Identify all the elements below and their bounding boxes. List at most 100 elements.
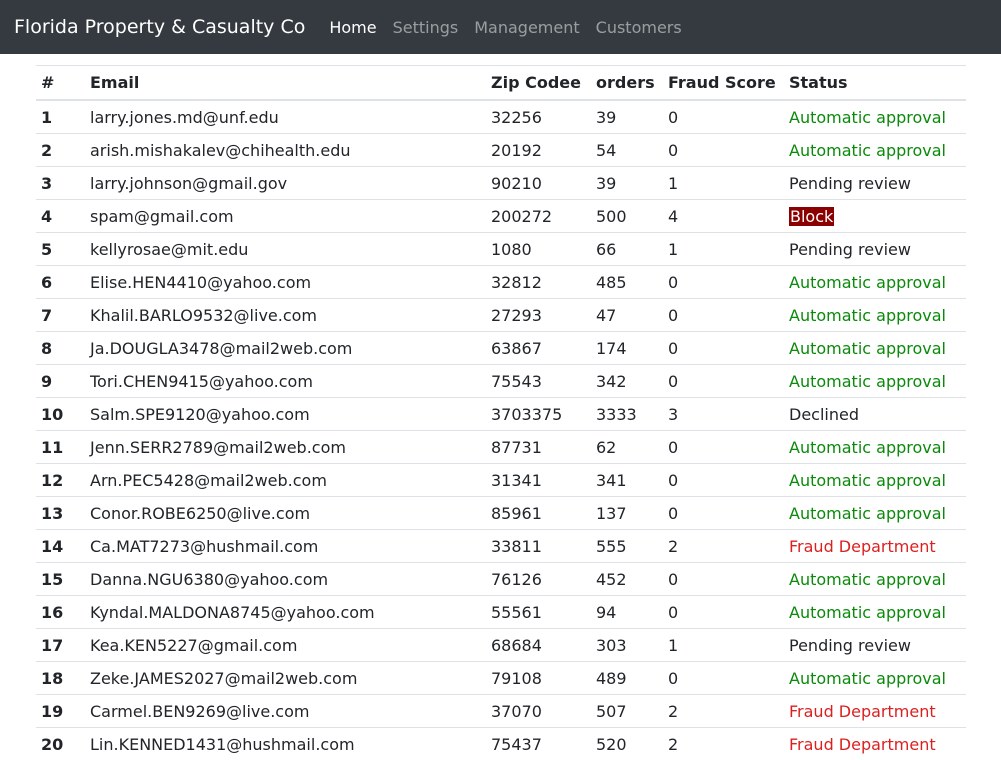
status-badge: Declined [789,405,859,424]
status-badge: Automatic approval [789,273,946,292]
row-number: 18 [36,662,85,695]
row-zip: 200272 [486,200,591,233]
status-badge: Fraud Department [789,735,936,754]
row-email: Conor.ROBE6250@live.com [85,497,486,530]
row-orders: 555 [591,530,663,563]
row-number: 11 [36,431,85,464]
row-fraud-score: 0 [663,365,784,398]
row-orders: 62 [591,431,663,464]
row-status: Automatic approval [784,134,966,167]
row-zip: 79108 [486,662,591,695]
row-status: Automatic approval [784,332,966,365]
row-orders: 489 [591,662,663,695]
header-zip: Zip Codee [486,66,591,101]
row-orders: 500 [591,200,663,233]
status-badge: Pending review [789,174,911,193]
row-zip: 76126 [486,563,591,596]
table-row: 2arish.mishakalev@chihealth.edu20192540A… [36,134,966,167]
status-badge: Automatic approval [789,141,946,160]
table-row: 5kellyrosae@mit.edu1080661Pending review [36,233,966,266]
row-orders: 47 [591,299,663,332]
status-badge: Automatic approval [789,471,946,490]
row-zip: 37070 [486,695,591,728]
row-orders: 66 [591,233,663,266]
row-status: Automatic approval [784,365,966,398]
row-number: 12 [36,464,85,497]
row-fraud-score: 0 [663,134,784,167]
row-orders: 303 [591,629,663,662]
row-number: 3 [36,167,85,200]
header-fraud-score: Fraud Score [663,66,784,101]
row-zip: 85961 [486,497,591,530]
customers-table-container: # Email Zip Codee orders Fraud Score Sta… [36,65,966,760]
row-status: Pending review [784,233,966,266]
row-fraud-score: 0 [663,497,784,530]
row-fraud-score: 0 [663,464,784,497]
table-row: 19Carmel.BEN9269@live.com370705072Fraud … [36,695,966,728]
row-email: Kea.KEN5227@gmail.com [85,629,486,662]
row-fraud-score: 0 [663,431,784,464]
row-number: 6 [36,266,85,299]
row-zip: 32256 [486,100,591,134]
row-number: 13 [36,497,85,530]
customers-table: # Email Zip Codee orders Fraud Score Sta… [36,65,966,760]
row-email: larry.johnson@gmail.gov [85,167,486,200]
row-number: 10 [36,398,85,431]
nav-customers[interactable]: Customers [596,18,682,37]
row-status: Pending review [784,629,966,662]
row-number: 9 [36,365,85,398]
nav-management[interactable]: Management [474,18,579,37]
status-badge: Automatic approval [789,306,946,325]
table-header-row: # Email Zip Codee orders Fraud Score Sta… [36,66,966,101]
status-badge: Pending review [789,636,911,655]
nav-settings[interactable]: Settings [393,18,459,37]
row-number: 2 [36,134,85,167]
status-badge: Fraud Department [789,702,936,721]
row-status: Automatic approval [784,431,966,464]
row-email: Arn.PEC5428@mail2web.com [85,464,486,497]
row-orders: 507 [591,695,663,728]
header-email: Email [85,66,486,101]
row-zip: 90210 [486,167,591,200]
row-fraud-score: 0 [663,299,784,332]
row-zip: 63867 [486,332,591,365]
row-fraud-score: 2 [663,695,784,728]
row-orders: 485 [591,266,663,299]
status-badge: Automatic approval [789,669,946,688]
row-fraud-score: 4 [663,200,784,233]
row-zip: 32812 [486,266,591,299]
row-status: Automatic approval [784,464,966,497]
row-email: kellyrosae@mit.edu [85,233,486,266]
row-zip: 27293 [486,299,591,332]
row-status: Declined [784,398,966,431]
row-fraud-score: 3 [663,398,784,431]
header-status: Status [784,66,966,101]
row-email: Carmel.BEN9269@live.com [85,695,486,728]
table-row: 18Zeke.JAMES2027@mail2web.com791084890Au… [36,662,966,695]
row-email: Danna.NGU6380@yahoo.com [85,563,486,596]
status-badge: Automatic approval [789,372,946,391]
row-zip: 1080 [486,233,591,266]
table-row: 11Jenn.SERR2789@mail2web.com87731620Auto… [36,431,966,464]
row-status: Automatic approval [784,299,966,332]
row-orders: 174 [591,332,663,365]
row-zip: 31341 [486,464,591,497]
table-row: 10Salm.SPE9120@yahoo.com370337533333Decl… [36,398,966,431]
row-fraud-score: 0 [663,596,784,629]
row-orders: 341 [591,464,663,497]
row-zip: 3703375 [486,398,591,431]
row-fraud-score: 2 [663,530,784,563]
status-badge: Automatic approval [789,108,946,127]
brand-name[interactable]: Florida Property & Casualty Co [14,16,305,38]
status-badge: Fraud Department [789,537,936,556]
table-row: 14Ca.MAT7273@hushmail.com338115552Fraud … [36,530,966,563]
top-navbar: Florida Property & Casualty Co Home Sett… [0,0,1001,54]
row-status: Automatic approval [784,497,966,530]
row-status: Fraud Department [784,530,966,563]
row-status: Fraud Department [784,695,966,728]
status-badge: Automatic approval [789,438,946,457]
row-status: Automatic approval [784,100,966,134]
nav-home[interactable]: Home [329,18,376,37]
row-number: 15 [36,563,85,596]
table-row: 7Khalil.BARLO9532@live.com27293470Automa… [36,299,966,332]
